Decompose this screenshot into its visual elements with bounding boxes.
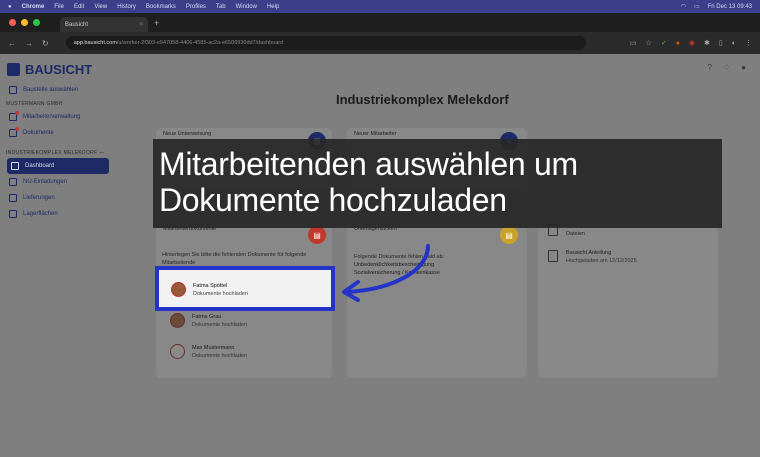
users-icon xyxy=(9,111,19,121)
pointer-arrow-icon xyxy=(342,244,430,302)
dashboard-icon xyxy=(11,162,19,170)
browser-menu-icon[interactable]: ⋮ xyxy=(745,39,752,47)
sidebar-item-label: NU-Einladungen xyxy=(23,179,68,185)
sidebar-item-label: Dokumente xyxy=(23,130,54,136)
apple-icon[interactable]: ● xyxy=(8,4,12,10)
sidebar-section-company: MUSTERMANN GMBH xyxy=(6,100,63,107)
files-card xyxy=(538,226,718,378)
wifi-icon[interactable]: ◠ xyxy=(681,3,686,10)
sidebar-item-deliveries[interactable]: Lieferungen xyxy=(0,190,115,206)
file-name: Bausicht Anleitung xyxy=(566,250,612,256)
extensions-puzzle-icon[interactable]: ✱ xyxy=(704,39,710,47)
worker-list-item[interactable]: Fatma Grau Dokumente hochladen xyxy=(170,313,247,328)
file-list-item[interactable]: Bausicht Anleitung Hochgeladen am 12/12/… xyxy=(548,250,637,264)
sidebar-item-label: Dashboard xyxy=(25,163,55,169)
file-icon xyxy=(548,250,558,262)
brand-logo[interactable]: BAUSICHT xyxy=(7,62,92,77)
sidebar-item-dashboard[interactable]: Dashboard xyxy=(7,158,109,174)
user-icon[interactable]: ● xyxy=(741,63,746,72)
url-host: app.bausicht.com xyxy=(73,40,117,46)
browser-toolbar: ← → ↻ app.bausicht.com /u/worker-2f303-e… xyxy=(0,32,760,54)
instruction-overlay: Mitarbeitenden auswählen um Dokumente ho… xyxy=(153,139,722,228)
back-icon[interactable]: ← xyxy=(8,39,16,48)
sidebar-item-choose-site[interactable]: Baustelle auswählen xyxy=(0,82,115,98)
sidebar-item-documents[interactable]: Dokumente xyxy=(0,125,115,141)
new-tab-icon[interactable]: + xyxy=(154,18,159,28)
extension-icon[interactable]: ◉ xyxy=(689,39,695,47)
worker-name: Fatma Grau xyxy=(192,313,222,320)
avatar xyxy=(171,282,186,297)
worker-name: Max Mustermann xyxy=(192,344,235,351)
clock[interactable]: Fri Dec 13 09:43 xyxy=(708,4,752,10)
battery-icon[interactable]: ▭ xyxy=(694,3,700,10)
cast-icon[interactable]: ▭ xyxy=(630,39,637,47)
instruction-line-2: Dokumente hochzuladen xyxy=(159,182,507,218)
page-title: Industriekomplex Melekdorf xyxy=(336,92,509,107)
files-label: Dateien xyxy=(566,231,585,237)
address-bar[interactable]: app.bausicht.com /u/worker-2f303-e947058… xyxy=(65,36,586,50)
menu-bookmarks[interactable]: Bookmarks xyxy=(146,4,176,10)
menu-file[interactable]: File xyxy=(54,4,64,10)
sidebar-item-label: Mitarbeiterverwaltung xyxy=(23,114,81,120)
truck-icon xyxy=(9,194,17,202)
sidebar-section-project[interactable]: INDUSTRIEKOMPLEX MELEKDORF — xyxy=(0,147,115,158)
sidebar-item-label: Baustelle auswählen xyxy=(23,87,79,93)
reload-icon[interactable]: ↻ xyxy=(42,39,49,48)
menu-window[interactable]: Window xyxy=(236,4,257,10)
window-minimize-button[interactable] xyxy=(21,19,28,26)
extension-icon[interactable]: ✓ xyxy=(661,39,667,47)
warning-icon: ▤ xyxy=(500,226,518,244)
close-tab-icon[interactable]: × xyxy=(139,22,143,28)
worker-status: Dokumente hochladen xyxy=(192,352,248,359)
side-panel-icon[interactable]: ▯ xyxy=(719,39,723,47)
document-alert-icon: ▤ xyxy=(308,226,326,244)
extension-icon[interactable]: ● xyxy=(676,40,680,47)
sidebar-item-label: Lagerflächen xyxy=(23,211,58,217)
card-description: Hinterlegen Sie bitte die fehlenden Doku… xyxy=(162,252,307,266)
avatar-placeholder-icon xyxy=(170,344,185,359)
macos-menu-bar: ● Chrome File Edit View History Bookmark… xyxy=(0,0,760,13)
menu-view[interactable]: View xyxy=(94,4,107,10)
file-date: Hochgeladen am 12/12/2025 xyxy=(566,258,637,264)
url-path: /u/worker-2f303-e947058-4406-4585-ac2a-e… xyxy=(116,40,284,46)
worker-status: Dokumente hochladen xyxy=(192,321,248,328)
menu-profiles[interactable]: Profiles xyxy=(186,4,206,10)
worker-list-item[interactable]: Fatma Spöttel Dokumente hochladen xyxy=(171,282,248,297)
mail-icon xyxy=(9,178,17,186)
brand-name: BAUSICHT xyxy=(25,62,93,77)
tab-title: Bausicht xyxy=(65,21,89,28)
menu-edit[interactable]: Edit xyxy=(74,4,84,10)
menu-history[interactable]: History xyxy=(117,4,136,10)
help-icon[interactable]: ? xyxy=(708,63,712,72)
logo-mark-icon xyxy=(7,63,20,76)
sidebar: Baustelle auswählen MUSTERMANN GMBH Mita… xyxy=(0,82,115,222)
grid-icon xyxy=(9,86,17,94)
menu-help[interactable]: Help xyxy=(267,4,279,10)
bookmark-star-icon[interactable]: ☆ xyxy=(646,39,652,47)
avatar xyxy=(170,313,185,328)
worker-name: Fatma Spöttel xyxy=(193,282,228,289)
sidebar-item-employees[interactable]: Mitarbeiterverwaltung xyxy=(0,109,115,125)
worker-status: Dokumente hochladen xyxy=(193,290,249,297)
worker-list-item[interactable]: Max Mustermann Dokumente hochladen xyxy=(170,344,247,359)
window-close-button[interactable] xyxy=(9,19,16,26)
card-title: Neue Unterweisung xyxy=(163,131,212,137)
sidebar-item-nu-invites[interactable]: NU-Einladungen xyxy=(0,174,115,190)
forward-icon[interactable]: → xyxy=(25,39,33,48)
instruction-line-1: Mitarbeitenden auswählen um xyxy=(159,146,578,182)
profile-avatar-icon[interactable]: ◐ xyxy=(732,40,736,47)
storage-icon xyxy=(9,210,17,218)
highlighted-worker-item[interactable]: Fatma Spöttel Dokumente hochladen xyxy=(155,266,335,311)
window-zoom-button[interactable] xyxy=(33,19,40,26)
browser-tab-strip: Bausicht × + xyxy=(0,13,760,32)
menu-tab[interactable]: Tab xyxy=(216,4,226,10)
sidebar-item-storage[interactable]: Lagerflächen xyxy=(0,206,115,222)
browser-tab[interactable]: Bausicht × xyxy=(60,17,148,32)
notification-bell-icon[interactable]: ♢ xyxy=(723,63,730,72)
menu-chrome[interactable]: Chrome xyxy=(22,4,45,10)
card-title: Neuer Mitarbeiter xyxy=(354,131,397,137)
sidebar-item-label: Lieferungen xyxy=(23,195,55,201)
document-icon xyxy=(9,127,19,137)
